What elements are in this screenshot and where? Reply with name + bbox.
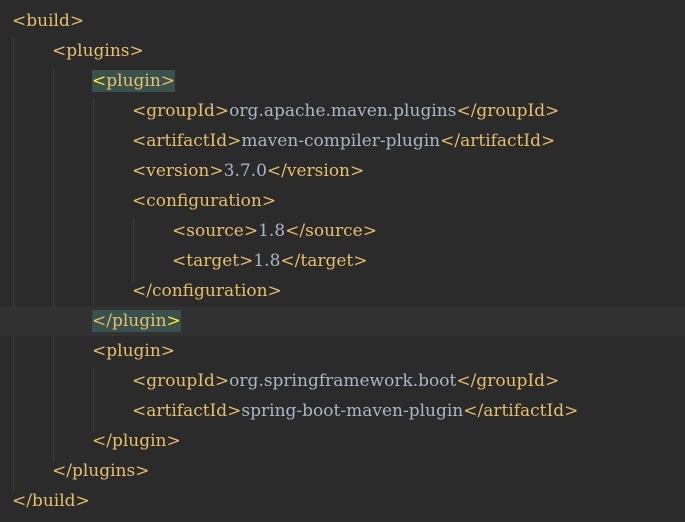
tag-plugins-close: </plugins> <box>52 461 150 481</box>
tag-source-close: </source> <box>285 221 377 241</box>
tag-configuration-close: </configuration> <box>132 281 282 301</box>
code-line[interactable]: <groupId>org.apache.maven.plugins</group… <box>0 96 685 126</box>
tag-version-close: </version> <box>266 161 365 181</box>
tag-target-open: <target> <box>172 251 254 271</box>
code-line-current[interactable]: </plugin> <box>0 306 685 336</box>
tag-source-open: <source> <box>172 221 259 241</box>
bracket-right: > <box>160 71 176 91</box>
text-value: 1.8 <box>253 251 281 271</box>
tag-configuration-open: <configuration> <box>132 191 277 211</box>
code-line[interactable]: <groupId>org.springframework.boot</group… <box>0 366 685 396</box>
tag-artifactid-open: <artifactId> <box>132 401 242 421</box>
bracket-left: </ <box>92 311 112 331</box>
code-line[interactable]: <plugin> <box>0 336 685 366</box>
tag-artifactid-close: </artifactId> <box>463 401 579 421</box>
text-value: org.springframework.boot <box>229 371 457 391</box>
tag-groupid-close: </groupId> <box>456 101 560 121</box>
code-line[interactable]: <artifactId>maven-compiler-plugin</artif… <box>0 126 685 156</box>
code-line[interactable]: <version>3.7.0</version> <box>0 156 685 186</box>
text-value: spring-boot-maven-plugin <box>241 401 464 421</box>
tag-name: plugin <box>111 311 167 331</box>
tag-plugin-close-highlighted: </plugin> <box>92 306 181 336</box>
code-line[interactable]: <plugin> <box>0 66 685 96</box>
code-line[interactable]: <configuration> <box>0 186 685 216</box>
text-value: org.apache.maven.plugins <box>229 101 457 121</box>
tag-artifactid-close: </artifactId> <box>440 131 556 151</box>
tag-plugin-open-highlighted: <plugin> <box>92 66 176 96</box>
tag-groupid-close: </groupId> <box>456 371 560 391</box>
tag-version-open: <version> <box>132 161 224 181</box>
tag-artifactid-open: <artifactId> <box>132 131 242 151</box>
code-line[interactable]: </plugin> <box>0 426 685 456</box>
brace-match-right: > <box>166 311 181 331</box>
code-line[interactable]: <plugins> <box>0 36 685 66</box>
code-line[interactable]: <source>1.8</source> <box>0 216 685 246</box>
text-value: 3.7.0 <box>223 161 267 181</box>
tag-plugin-open: <plugin> <box>92 341 176 361</box>
code-editor[interactable]: <build> <plugins> <plugin> <groupId>org.… <box>0 0 685 522</box>
text-value: 1.8 <box>258 221 286 241</box>
code-line[interactable]: </plugins> <box>0 456 685 486</box>
tag-name: plugin <box>106 71 161 91</box>
tag-plugin-close: </plugin> <box>92 431 181 451</box>
tag-groupid-open: <groupId> <box>132 371 230 391</box>
code-line[interactable]: <artifactId>spring-boot-maven-plugin</ar… <box>0 396 685 426</box>
tag-groupid-open: <groupId> <box>132 101 230 121</box>
brace-match-left: < <box>92 71 107 91</box>
text-value: maven-compiler-plugin <box>241 131 441 151</box>
code-line[interactable]: </build> <box>0 486 685 516</box>
code-line[interactable]: <build> <box>0 6 685 36</box>
code-line[interactable]: <target>1.8</target> <box>0 246 685 276</box>
tag-build-close: </build> <box>12 491 90 511</box>
code-line[interactable]: </configuration> <box>0 276 685 306</box>
tag-build-open: <build> <box>12 11 85 31</box>
tag-target-close: </target> <box>280 251 368 271</box>
tag-plugins-open: <plugins> <box>52 41 144 61</box>
